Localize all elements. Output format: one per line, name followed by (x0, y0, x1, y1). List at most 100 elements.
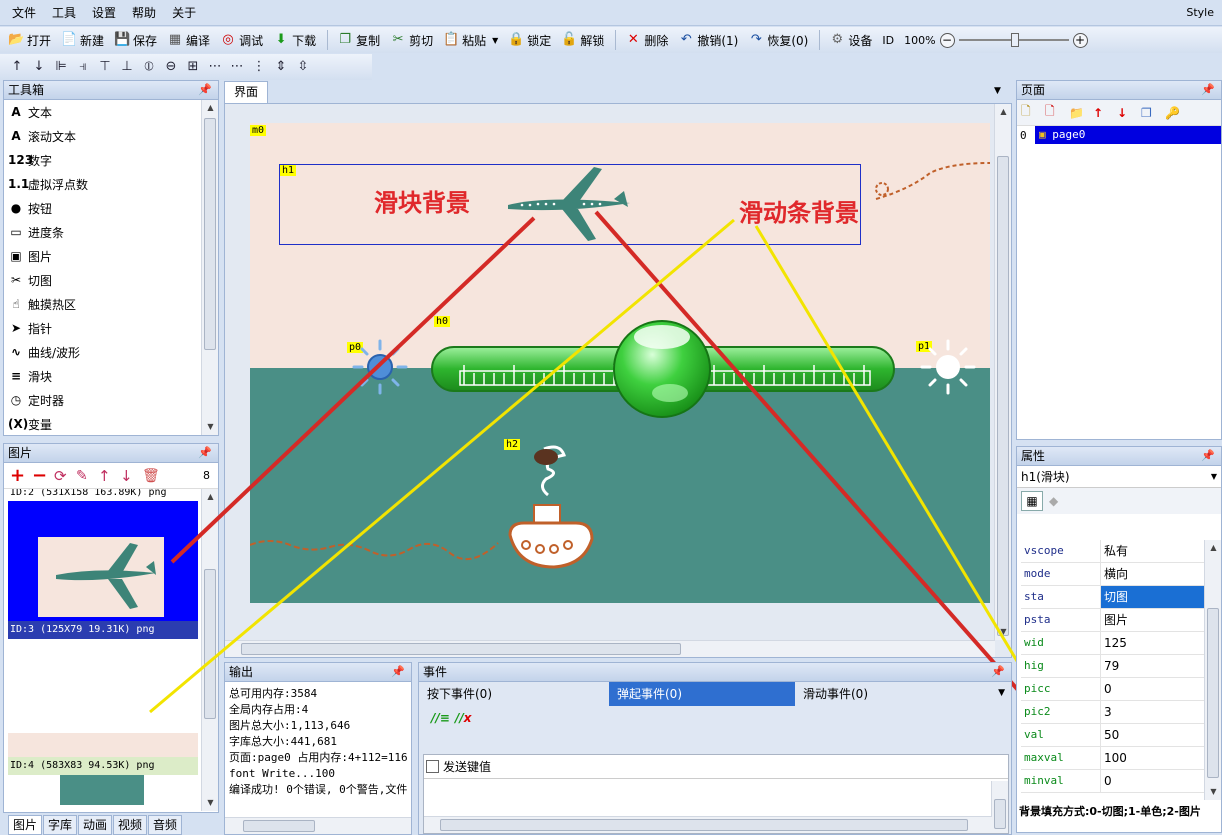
redo-button[interactable]: ↷ 恢复(0) (744, 29, 812, 51)
property-row[interactable]: sta 切图 (1021, 586, 1207, 609)
output-hscrollbar[interactable] (225, 817, 411, 834)
open-button[interactable]: 📂 打开 (4, 29, 55, 51)
property-row[interactable]: psta 图片 (1021, 609, 1207, 632)
distribute-v-icon[interactable]: ⋮ (248, 56, 270, 78)
property-row[interactable]: vscope 私有 (1021, 540, 1207, 563)
style-menu[interactable]: Style (1186, 0, 1214, 26)
toolbox-scrollbar[interactable]: ▲ ▼ (201, 100, 218, 435)
add-icon[interactable]: + (10, 465, 32, 486)
distribute-h2-icon[interactable]: ⋯ (226, 56, 248, 78)
properties-scrollbar[interactable]: ▲ ▼ (1204, 540, 1221, 800)
code-scrollbar[interactable] (991, 781, 1008, 833)
move-up-icon[interactable]: ↑ (6, 56, 28, 78)
property-value[interactable]: 79 (1101, 655, 1207, 677)
pin-icon[interactable]: 📌 (391, 663, 405, 681)
tab-interface[interactable]: 界面 (224, 81, 268, 103)
arrow-up-icon[interactable]: ↑ (1093, 106, 1117, 120)
toolbox-item[interactable]: ▣ 图片 (4, 244, 218, 268)
center-horizontal-icon[interactable]: ⦶ (138, 56, 160, 78)
send-key-checkbox[interactable] (426, 760, 439, 773)
cut-button[interactable]: ✂ 剪切 (386, 29, 437, 51)
toolbox-item[interactable]: (X) 变量 (4, 412, 218, 435)
tab-slide-event[interactable]: 滑动事件(0) (795, 682, 985, 706)
property-row[interactable]: minval 0 (1021, 770, 1207, 793)
image-item-4-label[interactable]: ID:4 (583X83 94.53K) png (8, 757, 198, 775)
component-tag-m0[interactable]: m0 (250, 125, 267, 136)
scroll-thumb[interactable] (241, 643, 681, 655)
editor-vscrollbar[interactable]: ▲ ▼ (994, 104, 1011, 640)
arrow-up-icon[interactable]: ↑ (98, 467, 120, 485)
images-scrollbar[interactable]: ▲ ▼ (201, 489, 218, 811)
boat-icon[interactable] (504, 443, 598, 579)
align-right-icon[interactable]: ⫣ (72, 56, 94, 78)
pin-icon[interactable]: 📌 (1201, 447, 1215, 465)
property-value[interactable]: 50 (1101, 724, 1207, 746)
property-row[interactable]: wid 125 (1021, 632, 1207, 655)
arrow-down-icon[interactable]: ↓ (1117, 106, 1141, 120)
remove-icon[interactable]: − (32, 465, 54, 486)
property-row[interactable]: picc 0 (1021, 678, 1207, 701)
menu-settings[interactable]: 设置 (84, 0, 124, 26)
design-canvas[interactable]: m0 h1 滑块背景 滑动条背景 h0 p0 p1 h2 (250, 123, 990, 603)
debug-button[interactable]: ◎ 调试 (216, 29, 267, 51)
page-item-page0[interactable]: 0 ▣ page0 (1017, 126, 1221, 144)
pin-icon[interactable]: 📌 (1201, 81, 1215, 99)
copy-page-icon[interactable]: ❐ (1141, 106, 1165, 120)
toolbox-item[interactable]: ≡ 滑块 (4, 364, 218, 388)
tab-release-event[interactable]: 弹起事件(0) (609, 682, 795, 706)
save-button[interactable]: 💾 保存 (110, 29, 161, 51)
scroll-thumb[interactable] (994, 799, 1006, 829)
edit-icon[interactable]: ✎ (76, 468, 98, 484)
image-item-3-preview[interactable] (8, 639, 198, 733)
scroll-thumb[interactable] (204, 118, 216, 350)
delete-button[interactable]: ✕ 删除 (621, 29, 672, 51)
sort-icon[interactable]: ◆ (1049, 494, 1058, 508)
zoom-slider-thumb[interactable] (1010, 33, 1019, 47)
property-row[interactable]: val 50 (1021, 724, 1207, 747)
align-left-icon[interactable]: ⊫ (50, 56, 72, 78)
paste-button[interactable]: 📋 粘贴 ▼ (439, 29, 502, 51)
new-button[interactable]: 📄 新建 (57, 29, 108, 51)
horizontal-slider-track[interactable] (430, 313, 900, 425)
toolbox-item[interactable]: ☝ 触摸热区 (4, 292, 218, 316)
download-button[interactable]: ⬇ 下载 (269, 29, 320, 51)
property-value[interactable]: 3 (1101, 701, 1207, 723)
device-button[interactable]: ⚙ 设备 (825, 29, 876, 51)
undo-button[interactable]: ↶ 撤销(1) (674, 29, 742, 51)
property-value[interactable]: 125 (1101, 632, 1207, 654)
chevron-down-icon[interactable]: ▼ (492, 36, 498, 45)
menu-file[interactable]: 文件 (4, 0, 44, 26)
event-code-editor[interactable]: 发送键值 (423, 754, 1009, 834)
compile-button[interactable]: ▦ 编译 (163, 29, 214, 51)
page-settings-icon[interactable]: 🔑 (1165, 106, 1189, 120)
scroll-up-icon[interactable]: ▲ (202, 489, 218, 505)
image-item-2-preview[interactable] (8, 501, 198, 621)
uncomment-icon[interactable]: //x (455, 711, 479, 725)
toolbox-item[interactable]: 123 数字 (4, 148, 218, 172)
toolbox-item[interactable]: A 滚动文本 (4, 124, 218, 148)
sun-blue-icon[interactable] (350, 337, 410, 397)
page-folder-icon[interactable]: 📁 (1069, 106, 1093, 120)
spacing-v-icon[interactable]: ⇕ (270, 56, 292, 78)
sun-white-icon[interactable] (918, 337, 978, 397)
property-row[interactable]: hig 79 (1021, 655, 1207, 678)
align-top-icon[interactable]: ⊤ (94, 56, 116, 78)
page-name-selected[interactable]: ▣ page0 (1035, 126, 1221, 144)
scroll-thumb[interactable] (440, 819, 968, 831)
scroll-down-icon[interactable]: ▼ (202, 795, 218, 811)
toolbox-item[interactable]: ● 按钮 (4, 196, 218, 220)
tab-fonts[interactable]: 字库 (43, 815, 77, 835)
property-value[interactable]: 横向 (1101, 563, 1207, 585)
zoom-in-button[interactable]: + (1072, 32, 1088, 48)
scroll-thumb[interactable] (243, 820, 315, 832)
unlock-button[interactable]: 🔓 解锁 (557, 29, 608, 51)
same-size-icon[interactable]: ⊞ (182, 56, 204, 78)
toolbox-item[interactable]: ➤ 指针 (4, 316, 218, 340)
toolbox-item[interactable]: ✂ 切图 (4, 268, 218, 292)
tab-animations[interactable]: 动画 (78, 815, 112, 835)
id-toggle[interactable]: ID (878, 29, 898, 51)
component-tag-h1[interactable]: h1 (280, 165, 297, 176)
property-row[interactable]: mode 横向 (1021, 563, 1207, 586)
scroll-up-icon[interactable]: ▲ (1205, 540, 1221, 556)
scroll-thumb[interactable] (1207, 608, 1219, 778)
